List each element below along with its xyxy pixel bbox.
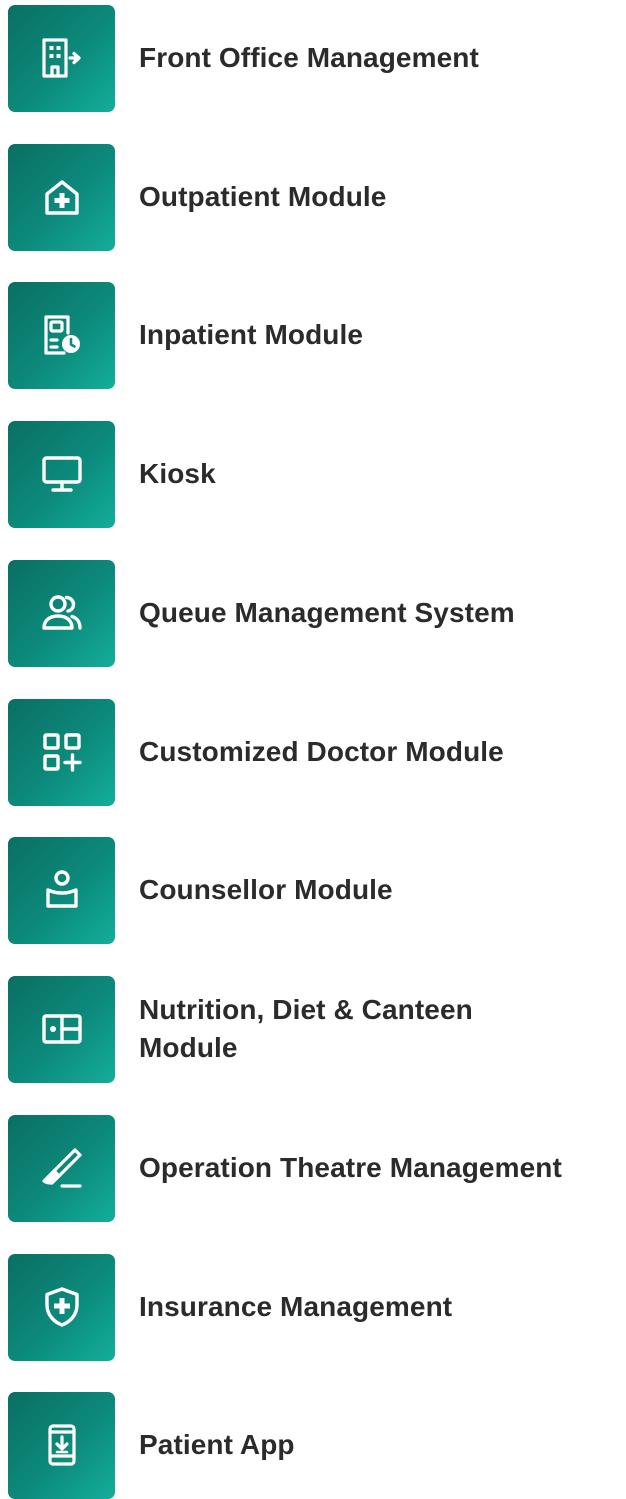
module-label: Patient App — [139, 1429, 295, 1460]
module-outpatient[interactable]: Outpatient Module — [8, 143, 620, 251]
module-tile — [8, 143, 115, 251]
module-inpatient[interactable]: Inpatient Module — [8, 281, 620, 389]
monitor-icon — [41, 456, 82, 492]
module-label: Inpatient Module — [139, 319, 364, 350]
module-label: Operation Theatre Management — [139, 1152, 562, 1183]
module-counsellor[interactable]: Counsellor Module — [8, 836, 620, 944]
module-nutrition-diet-canteen[interactable]: Nutrition, Diet & Canteen Module — [8, 975, 620, 1083]
module-tile — [8, 1253, 115, 1361]
scalpel-icon — [41, 1148, 82, 1188]
module-patient-app[interactable]: Patient App — [8, 1391, 620, 1499]
phone-download-icon — [47, 1424, 76, 1466]
grid-plus-icon — [42, 733, 82, 772]
module-label: Insurance Management — [139, 1291, 453, 1322]
module-front-office-management[interactable]: Front Office Management — [8, 4, 620, 112]
module-list: Front Office Management Outpatient Modul… — [0, 0, 626, 1499]
module-operation-theatre-management[interactable]: Operation Theatre Management — [8, 1114, 620, 1222]
module-tile — [8, 698, 115, 806]
module-insurance-management[interactable]: Insurance Management — [8, 1253, 620, 1361]
module-label: Kiosk — [139, 458, 216, 489]
module-customized-doctor[interactable]: Customized Doctor Module — [8, 698, 620, 806]
module-tile — [8, 1114, 115, 1222]
module-label: Queue Management System — [139, 597, 515, 628]
module-tile — [8, 975, 115, 1083]
module-label: Counsellor Module — [139, 874, 393, 905]
module-kiosk[interactable]: Kiosk — [8, 420, 620, 528]
module-tile — [8, 4, 115, 112]
module-tile — [8, 281, 115, 389]
module-label: Customized Doctor Module — [139, 736, 504, 767]
module-label: Outpatient Module — [139, 181, 387, 212]
module-label: Nutrition, Diet & Canteen Module — [139, 994, 473, 1063]
module-tile — [8, 420, 115, 528]
building-arrow-icon — [41, 38, 81, 78]
module-tile — [8, 559, 115, 667]
module-tile — [8, 836, 115, 944]
hospital-plus-icon — [44, 180, 79, 215]
module-tile — [8, 1391, 115, 1499]
patient-clock-icon — [43, 315, 80, 355]
module-queue-management-system[interactable]: Queue Management System — [8, 559, 620, 667]
users-icon — [41, 595, 82, 630]
menu-card-icon — [41, 1014, 82, 1044]
module-label: Front Office Management — [139, 42, 479, 73]
shield-plus-icon — [44, 1287, 79, 1327]
counsellor-icon — [45, 870, 78, 908]
